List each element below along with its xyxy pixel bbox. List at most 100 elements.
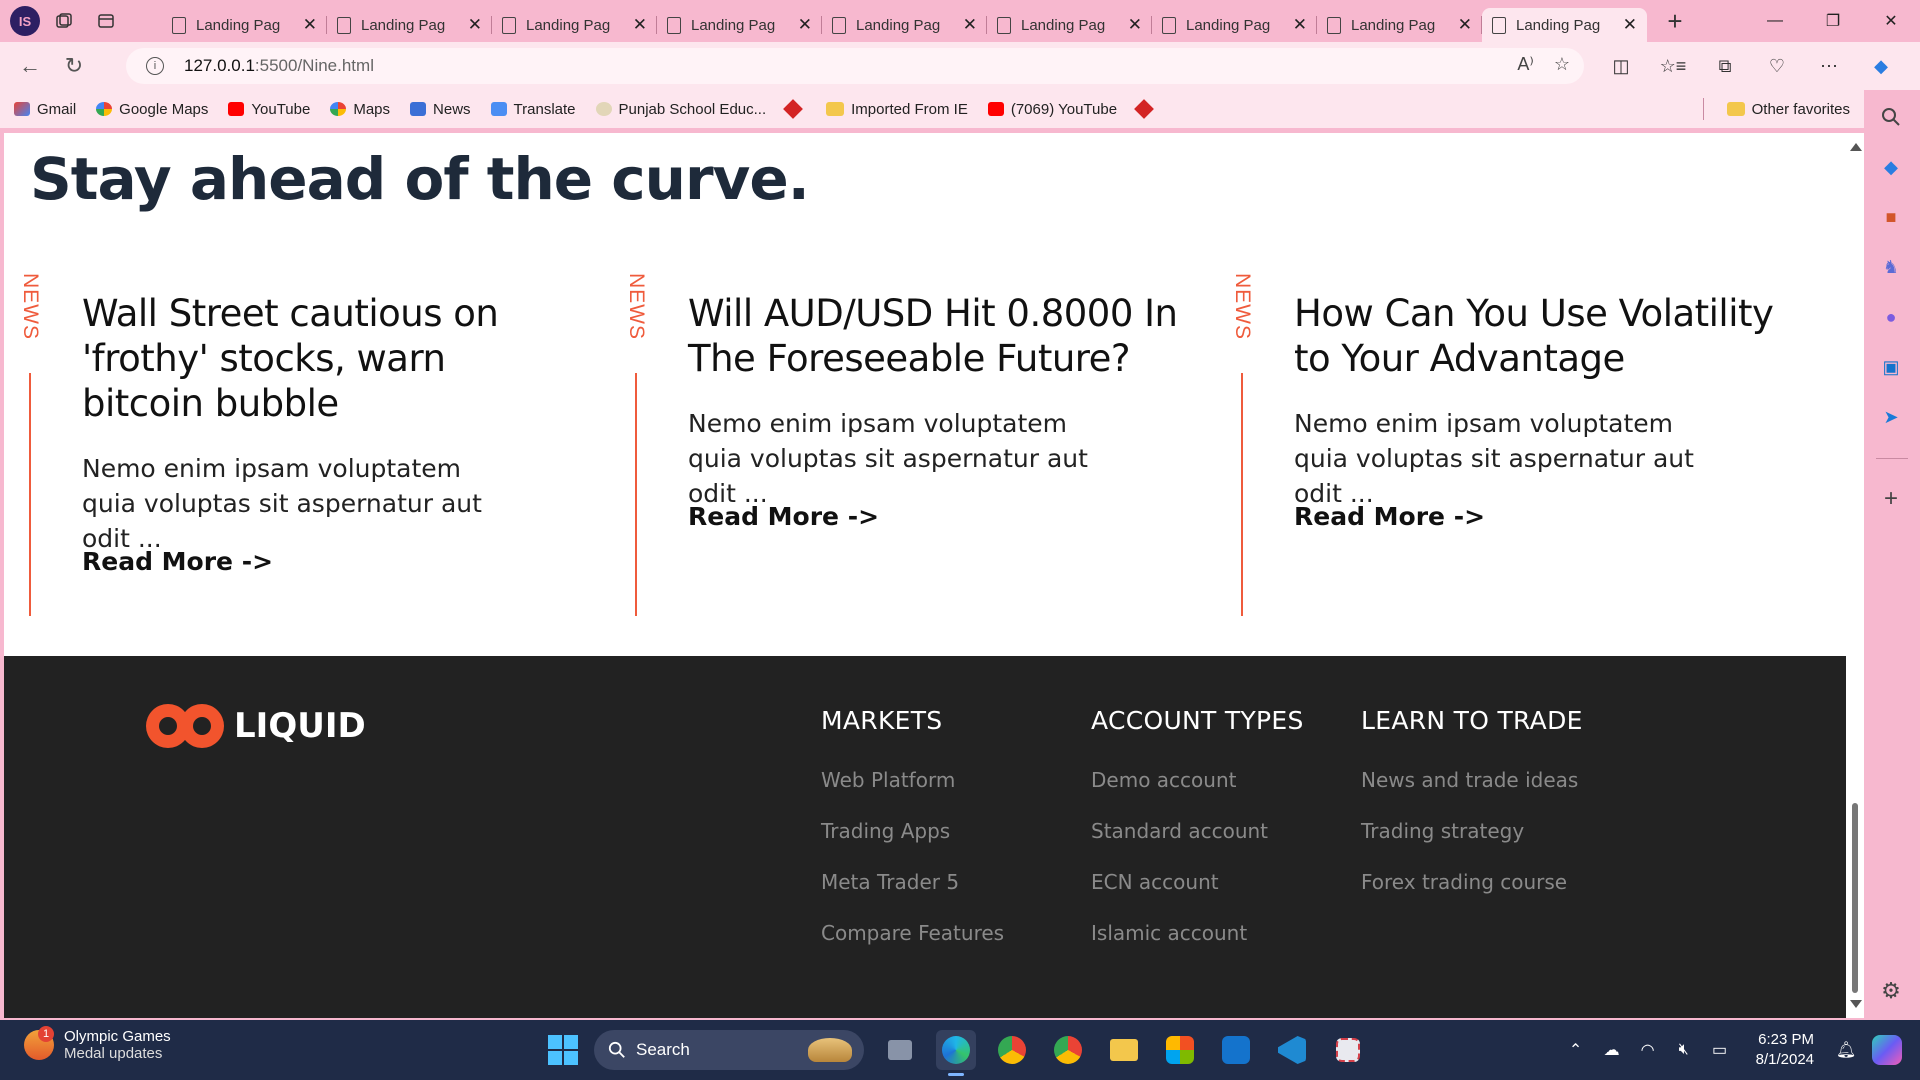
vscode-app-icon[interactable]: [1272, 1030, 1312, 1070]
wifi-icon[interactable]: ◠: [1630, 1040, 1666, 1060]
snipping-tool-icon[interactable]: [1328, 1030, 1368, 1070]
tab[interactable]: Landing Pag ✕: [1152, 8, 1317, 42]
tab[interactable]: Landing Pag ✕: [657, 8, 822, 42]
other-favorites[interactable]: Other favorites: [1726, 101, 1850, 118]
start-button[interactable]: [548, 1035, 578, 1065]
close-tab-icon[interactable]: ✕: [303, 15, 317, 35]
add-icon[interactable]: +: [1878, 485, 1904, 512]
close-tab-icon[interactable]: ✕: [1623, 15, 1637, 35]
fav-youtube-2[interactable]: (7069) YouTube: [987, 101, 1117, 118]
footer-link[interactable]: Web Platform: [821, 768, 1004, 792]
news-card-title[interactable]: Will AUD/USD Hit 0.8000 In The Foreseeab…: [688, 291, 1178, 381]
favorite-star-icon[interactable]: ☆: [1554, 54, 1570, 75]
fav-pseb[interactable]: Punjab School Educ...: [595, 101, 766, 118]
footer-link[interactable]: ECN account: [1091, 870, 1304, 894]
games-icon[interactable]: ♞: [1878, 254, 1904, 280]
fav-news[interactable]: News: [410, 101, 471, 118]
clock[interactable]: 6:23 PM 8/1/2024: [1756, 1030, 1814, 1070]
file-explorer-icon[interactable]: [1104, 1030, 1144, 1070]
fav-translate[interactable]: Translate: [490, 101, 576, 118]
footer-link[interactable]: Islamic account: [1091, 921, 1304, 945]
footer-link[interactable]: News and trade ideas: [1361, 768, 1583, 792]
search-icon[interactable]: [1878, 104, 1904, 130]
browser-essentials-icon[interactable]: ♡: [1754, 48, 1800, 84]
bookmark-diamond-icon[interactable]: [783, 99, 804, 119]
scrollbar-thumb[interactable]: [1852, 803, 1858, 993]
shopping-tag-icon[interactable]: ◆: [1878, 154, 1904, 180]
chrome-profile-app-icon[interactable]: [992, 1030, 1032, 1070]
collections-icon[interactable]: ⧉: [1702, 48, 1748, 84]
fav-folder-imported[interactable]: Imported From IE: [826, 101, 968, 118]
edge-app-icon[interactable]: [936, 1030, 976, 1076]
site-info-icon[interactable]: i: [146, 57, 164, 75]
close-tab-icon[interactable]: ✕: [468, 15, 482, 35]
copilot-taskbar-icon[interactable]: [1872, 1035, 1902, 1065]
news-card-title[interactable]: Wall Street cautious on 'frothy' stocks,…: [82, 291, 552, 426]
close-tab-icon[interactable]: ✕: [1458, 15, 1472, 35]
read-aloud-icon[interactable]: A⁾: [1517, 54, 1533, 75]
battery-icon[interactable]: ▭: [1702, 1040, 1738, 1060]
footer-link[interactable]: Trading strategy: [1361, 819, 1583, 843]
tab[interactable]: Landing Pag ✕: [492, 8, 657, 42]
read-more-link[interactable]: Read More ->: [688, 502, 879, 531]
refresh-button[interactable]: ↻: [54, 48, 94, 84]
fav-gmail[interactable]: Gmail: [14, 101, 76, 118]
copilot-icon[interactable]: ◆: [1858, 48, 1904, 84]
more-menu-icon[interactable]: ⋯: [1806, 48, 1852, 84]
tab[interactable]: Landing Pag ✕: [1317, 8, 1482, 42]
fav-youtube[interactable]: YouTube: [228, 101, 310, 118]
settings-gear-icon[interactable]: ⚙: [1878, 978, 1904, 1004]
tab[interactable]: Landing Pag ✕: [822, 8, 987, 42]
speaker-muted-icon[interactable]: 🔇︎: [1666, 1041, 1702, 1059]
back-button[interactable]: ←: [10, 48, 50, 84]
scroll-up-arrow-icon[interactable]: [1850, 143, 1862, 151]
scroll-down-arrow-icon[interactable]: [1850, 1000, 1862, 1008]
page-scrollbar[interactable]: [1846, 133, 1864, 1018]
chevron-up-icon[interactable]: ⌃: [1558, 1040, 1594, 1060]
task-view-icon[interactable]: [880, 1030, 920, 1070]
tab[interactable]: Landing Pag ✕: [162, 8, 327, 42]
split-screen-icon[interactable]: ◫: [1598, 48, 1644, 84]
close-tab-icon[interactable]: ✕: [1293, 15, 1307, 35]
tab[interactable]: Landing Pag ✕: [987, 8, 1152, 42]
footer-link[interactable]: Compare Features: [821, 921, 1004, 945]
bookmark-diamond-icon[interactable]: [1134, 99, 1154, 119]
fav-maps[interactable]: Maps: [330, 101, 390, 118]
workspaces-icon[interactable]: [46, 6, 82, 36]
chrome-app-icon[interactable]: [1048, 1030, 1088, 1070]
microsoft-store-icon[interactable]: [1160, 1030, 1200, 1070]
close-tab-icon[interactable]: ✕: [1128, 15, 1142, 35]
minimize-button[interactable]: —: [1746, 0, 1804, 42]
tab-active[interactable]: Landing Pag ✕: [1482, 8, 1647, 42]
send-icon[interactable]: ➤: [1878, 404, 1904, 430]
footer-link[interactable]: Meta Trader 5: [821, 870, 1004, 894]
tab-actions-icon[interactable]: [88, 6, 124, 36]
favorites-icon[interactable]: ☆≡: [1650, 48, 1696, 84]
news-card-title[interactable]: How Can You Use Volatility to Your Advan…: [1294, 291, 1784, 381]
footer-link[interactable]: Trading Apps: [821, 819, 1004, 843]
close-window-button[interactable]: ✕: [1862, 0, 1920, 42]
restore-button[interactable]: ❐: [1804, 0, 1862, 42]
tab[interactable]: Landing Pag ✕: [327, 8, 492, 42]
widgets-button[interactable]: 1 Olympic Games Medal updates: [24, 1026, 171, 1062]
taskbar-search[interactable]: Search: [594, 1030, 864, 1070]
footer-link[interactable]: Standard account: [1091, 819, 1304, 843]
address-bar[interactable]: i 127.0.0.1:5500/Nine.html A⁾ ☆: [126, 48, 1584, 84]
outlook-app-icon[interactable]: [1216, 1030, 1256, 1070]
notification-bell-icon[interactable]: 🔔︎: [1828, 1040, 1864, 1060]
outlook-icon[interactable]: ▣: [1878, 354, 1904, 380]
footer-link[interactable]: Forex trading course: [1361, 870, 1583, 894]
onedrive-icon[interactable]: ☁: [1594, 1040, 1630, 1060]
close-tab-icon[interactable]: ✕: [633, 15, 647, 35]
microsoft-365-icon[interactable]: ●: [1878, 304, 1904, 330]
read-more-link[interactable]: Read More ->: [82, 547, 273, 576]
new-tab-button[interactable]: +: [1655, 4, 1695, 38]
read-more-link[interactable]: Read More ->: [1294, 502, 1485, 531]
fav-google-maps[interactable]: Google Maps: [96, 101, 208, 118]
footer-logo[interactable]: LIQUID: [146, 704, 366, 748]
close-tab-icon[interactable]: ✕: [798, 15, 812, 35]
tools-icon[interactable]: ■: [1878, 204, 1904, 230]
footer-link[interactable]: Demo account: [1091, 768, 1304, 792]
close-tab-icon[interactable]: ✕: [963, 15, 977, 35]
profile-avatar[interactable]: IS: [10, 6, 40, 36]
